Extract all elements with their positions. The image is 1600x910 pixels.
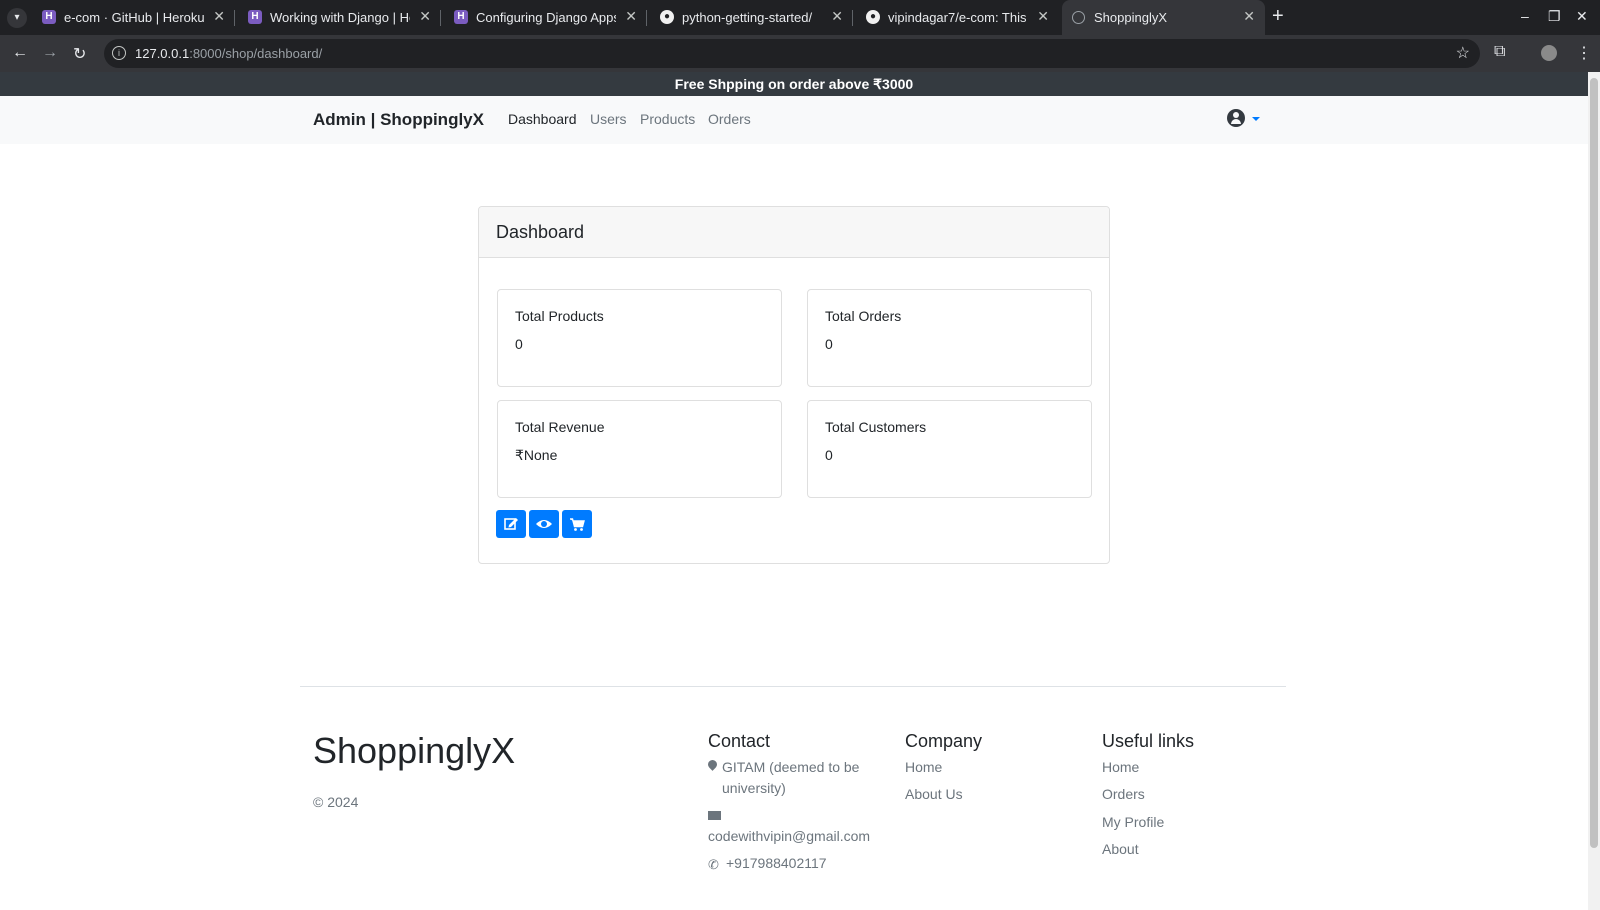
tab-search-chevron-icon[interactable]: ▾: [7, 8, 27, 28]
nav-link-orders[interactable]: Orders: [708, 111, 751, 127]
stat-label: Total Revenue: [515, 419, 605, 435]
edit-icon: [504, 518, 518, 530]
cart-button[interactable]: [562, 510, 592, 538]
close-tab-icon[interactable]: ✕: [213, 8, 225, 25]
minimize-icon[interactable]: –: [1521, 8, 1529, 24]
close-tab-icon[interactable]: ✕: [831, 8, 843, 25]
phone-icon: ✆: [708, 857, 719, 872]
url-text: 127.0.0.1:8000/shop/dashboard/: [135, 46, 323, 61]
stat-total-customers: Total Customers 0: [807, 400, 1092, 498]
address-bar[interactable]: i 127.0.0.1:8000/shop/dashboard/ ☆: [104, 39, 1480, 68]
stat-total-orders: Total Orders 0: [807, 289, 1092, 387]
stat-label: Total Customers: [825, 419, 927, 435]
heroku-icon: H: [248, 10, 262, 24]
cart-icon: [570, 518, 585, 531]
site-info-icon[interactable]: i: [112, 46, 126, 60]
scrollbar-thumb[interactable]: [1590, 78, 1598, 848]
stat-label: Total Products: [515, 308, 604, 324]
navbar-brand[interactable]: Admin | ShoppinglyX: [313, 110, 484, 130]
dropdown-caret-icon[interactable]: [1252, 117, 1260, 121]
close-window-icon[interactable]: ✕: [1576, 8, 1588, 25]
contact-email[interactable]: codewithvipin@gmail.com: [708, 826, 870, 847]
tab-title: Configuring Django Apps: [476, 10, 616, 25]
browser-menu-icon[interactable]: ⋮: [1576, 43, 1592, 63]
footer-brand: ShoppinglyX: [313, 730, 516, 771]
footer-link-my-profile[interactable]: My Profile: [1102, 812, 1164, 833]
close-tab-icon[interactable]: ✕: [1243, 8, 1255, 25]
envelope-icon: [708, 811, 721, 820]
tab-title: python-getting-started/: [682, 10, 813, 25]
stat-value: ₹None: [515, 447, 558, 463]
edit-button[interactable]: [496, 510, 526, 538]
browser-tab[interactable]: H Configuring Django Apps ✕: [444, 0, 647, 35]
globe-icon: [1072, 11, 1085, 24]
stat-value: 0: [825, 336, 833, 352]
close-tab-icon[interactable]: ✕: [625, 8, 637, 25]
reload-icon[interactable]: ↻: [73, 44, 86, 64]
heroku-icon: H: [454, 10, 468, 24]
github-icon: ●: [660, 10, 674, 24]
browser-tab[interactable]: H Working with Django | Heroku ✕: [238, 0, 441, 35]
view-button[interactable]: [529, 510, 559, 538]
footer-link-home[interactable]: Home: [1102, 757, 1139, 778]
footer-link-about-us[interactable]: About Us: [905, 784, 963, 805]
browser-tab[interactable]: ● vipindagar7/e-com: This ✕: [856, 0, 1059, 35]
nav-link-products[interactable]: Products: [640, 111, 695, 127]
tab-title: ShoppinglyX: [1094, 10, 1167, 25]
map-marker-icon: [706, 758, 719, 771]
user-circle-icon[interactable]: [1227, 109, 1245, 127]
browser-tab-active[interactable]: ShoppinglyX ✕: [1062, 0, 1265, 35]
contact-phone[interactable]: +917988402117: [726, 853, 827, 874]
new-tab-icon[interactable]: +: [1272, 5, 1284, 28]
profile-avatar[interactable]: [1541, 45, 1557, 61]
nav-link-users[interactable]: Users: [590, 111, 627, 127]
back-icon[interactable]: ←: [12, 44, 28, 62]
github-icon: ●: [866, 10, 880, 24]
tab-title: vipindagar7/e-com: This: [888, 10, 1027, 25]
page-scrollbar[interactable]: [1588, 72, 1600, 910]
tab-title: Working with Django | Heroku: [270, 10, 410, 25]
site-navbar: Admin | ShoppinglyX Dashboard Users Prod…: [0, 96, 1588, 144]
footer-divider: [300, 686, 1286, 687]
eye-icon: [536, 520, 552, 528]
card-header: Dashboard: [479, 207, 1109, 258]
footer-link-about[interactable]: About: [1102, 839, 1139, 860]
extensions-icon[interactable]: ⧉: [1494, 43, 1505, 61]
tab-title: e-com · GitHub | Heroku: [64, 10, 204, 25]
restore-icon[interactable]: ❐: [1548, 8, 1561, 25]
nav-link-dashboard[interactable]: Dashboard: [508, 111, 577, 127]
footer-heading-company: Company: [905, 731, 983, 751]
stat-total-revenue: Total Revenue ₹None: [497, 400, 782, 498]
contact-address: GITAM (deemed to be university): [722, 759, 860, 796]
footer-link-home[interactable]: Home: [905, 757, 942, 778]
browser-toolbar: ← → ↻ i 127.0.0.1:8000/shop/dashboard/ ☆…: [0, 35, 1600, 72]
footer-heading-useful-links: Useful links: [1102, 731, 1195, 751]
browser-tab-bar: ▾ H e-com · GitHub | Heroku ✕ H Working …: [0, 0, 1600, 35]
stat-label: Total Orders: [825, 308, 902, 324]
close-tab-icon[interactable]: ✕: [1037, 8, 1049, 25]
stat-value: 0: [825, 447, 833, 463]
browser-tab[interactable]: H e-com · GitHub | Heroku ✕: [32, 0, 235, 35]
browser-tab[interactable]: ● python-getting-started/ ✕: [650, 0, 853, 35]
footer-heading-contact: Contact: [708, 731, 771, 751]
promo-banner: Free Shpping on order above ₹3000: [0, 72, 1588, 96]
heroku-icon: H: [42, 10, 56, 24]
bookmark-star-icon[interactable]: ☆: [1456, 43, 1470, 63]
copyright: © 2024: [313, 794, 359, 810]
forward-icon[interactable]: →: [42, 44, 58, 62]
stat-value: 0: [515, 336, 523, 352]
stat-total-products: Total Products 0: [497, 289, 782, 387]
card-title: Dashboard: [496, 222, 585, 242]
footer-link-orders[interactable]: Orders: [1102, 784, 1145, 805]
close-tab-icon[interactable]: ✕: [419, 8, 431, 25]
